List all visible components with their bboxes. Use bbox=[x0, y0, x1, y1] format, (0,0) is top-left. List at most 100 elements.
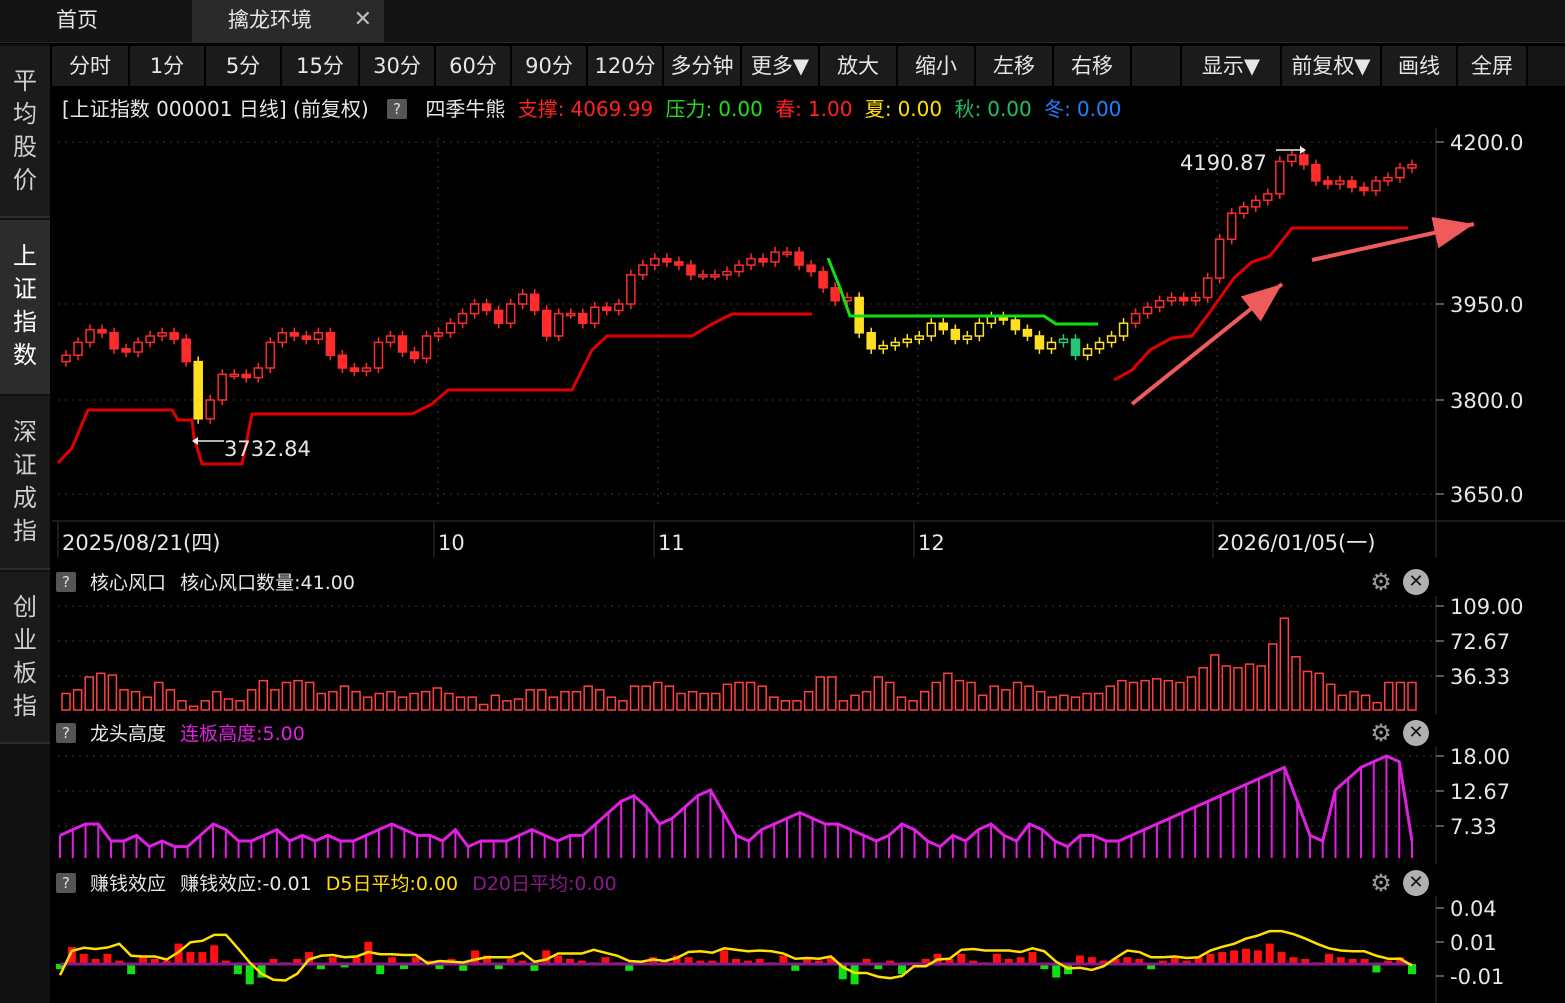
gear-icon[interactable]: ⚙ bbox=[1368, 870, 1394, 896]
candle-body bbox=[1226, 212, 1237, 240]
help-icon[interactable]: ? bbox=[56, 572, 76, 592]
candle-body bbox=[1058, 338, 1069, 344]
candle-body bbox=[385, 335, 396, 344]
toolbar-button-13[interactable]: 右移 bbox=[1054, 46, 1132, 86]
gear-icon[interactable]: ⚙ bbox=[1368, 569, 1394, 595]
spring-value: 1.00 bbox=[807, 97, 853, 121]
toolbar-button-6[interactable]: 90分 bbox=[512, 46, 588, 86]
bar bbox=[943, 672, 953, 711]
toolbar-button-12[interactable]: 左移 bbox=[976, 46, 1054, 86]
candle-body bbox=[361, 367, 372, 372]
gear-icon[interactable]: ⚙ bbox=[1368, 720, 1394, 746]
bar bbox=[989, 685, 1000, 711]
bar bbox=[1277, 952, 1286, 964]
close-circle-icon[interactable]: ✕ bbox=[1403, 569, 1429, 595]
sidebar-item-chinext-index[interactable]: 创业板指 bbox=[0, 572, 50, 744]
bar bbox=[200, 700, 210, 711]
bar bbox=[803, 690, 814, 711]
bar bbox=[711, 692, 721, 711]
y-tick-label: 4200.0 bbox=[1450, 131, 1523, 155]
toolbar-button-11[interactable]: 缩小 bbox=[898, 46, 976, 86]
bar bbox=[757, 685, 767, 711]
toolbar-button-3[interactable]: 15分 bbox=[282, 46, 360, 86]
candle-body bbox=[1263, 193, 1273, 202]
toolbar-button-17[interactable]: 画线 bbox=[1382, 46, 1458, 86]
x-tick-label: 10 bbox=[438, 531, 465, 555]
bar bbox=[258, 679, 269, 711]
toolbar-button-2[interactable]: 5分 bbox=[206, 46, 282, 86]
bar bbox=[931, 681, 942, 711]
candle-body bbox=[73, 341, 83, 356]
bar bbox=[722, 683, 733, 711]
bar bbox=[1093, 692, 1104, 711]
candle-body bbox=[806, 264, 816, 273]
candle-body bbox=[1359, 186, 1369, 192]
bar bbox=[653, 681, 663, 711]
bar bbox=[1279, 617, 1290, 711]
help-icon[interactable]: ? bbox=[56, 723, 76, 743]
close-circle-icon[interactable]: ✕ bbox=[1403, 720, 1429, 746]
candlestick-chart[interactable]: 4200.0 3950.0 3800.0 3650.0 2025/08/21(四) 10 1… bbox=[52, 128, 1565, 558]
close-icon[interactable]: ✕ bbox=[354, 0, 372, 40]
bar bbox=[376, 964, 385, 975]
bar bbox=[142, 696, 152, 711]
bar bbox=[186, 952, 195, 964]
candle-body bbox=[421, 335, 432, 360]
toolbar-button-4[interactable]: 30分 bbox=[360, 46, 436, 86]
candle-body bbox=[1239, 206, 1249, 215]
spring-label: 春: bbox=[775, 97, 802, 121]
bar bbox=[374, 692, 385, 711]
toolbar-button-1[interactable]: 1分 bbox=[130, 46, 206, 86]
candle-body bbox=[217, 373, 227, 401]
bar bbox=[815, 676, 825, 711]
bar bbox=[919, 690, 930, 711]
bar bbox=[1395, 681, 1406, 711]
bar bbox=[745, 681, 756, 711]
y-tick-label: 109.00 bbox=[1450, 596, 1523, 619]
indicator-name: 四季牛熊 bbox=[425, 97, 506, 121]
main-chart-header: [上证指数 000001 日线] (前复权) ? 四季牛熊 支撑: 4069.99… bbox=[62, 93, 1127, 123]
candle-body bbox=[1395, 167, 1405, 179]
dragon-height-line bbox=[59, 754, 1414, 849]
profit-effect-chart: 0.04 0.01 -0.01 bbox=[56, 896, 1504, 1003]
sidebar-item-shenzhen-index[interactable]: 深证成指 bbox=[0, 396, 50, 570]
help-icon[interactable]: ? bbox=[387, 99, 407, 119]
candle-body bbox=[505, 303, 516, 324]
candle-body bbox=[265, 341, 276, 369]
tab-home[interactable]: 首页 bbox=[0, 0, 190, 42]
candle-body bbox=[950, 328, 961, 340]
candle-body bbox=[614, 303, 624, 312]
toolbar-button-0[interactable]: 分时 bbox=[52, 46, 130, 86]
help-icon[interactable]: ? bbox=[56, 873, 76, 893]
tab-active[interactable]: 擒龙环境 ✕ bbox=[192, 0, 384, 42]
toolbar-button-8[interactable]: 多分钟 bbox=[664, 46, 742, 86]
toolbar-button-10[interactable]: 放大 bbox=[820, 46, 898, 86]
bar bbox=[1028, 952, 1037, 964]
bar bbox=[79, 953, 88, 964]
bar bbox=[1209, 654, 1220, 711]
bar bbox=[84, 676, 94, 711]
bar bbox=[571, 690, 582, 711]
index-sidebar: 平均股价 上证指数 深证成指 创业板指 bbox=[0, 44, 50, 1003]
y-tick-label: 12.67 bbox=[1450, 780, 1510, 804]
sidebar-item-shanghai-index[interactable]: 上证指数 bbox=[0, 220, 50, 394]
bar bbox=[792, 700, 802, 711]
toolbar-button-16[interactable]: 前复权▼ bbox=[1282, 46, 1382, 86]
bar bbox=[1233, 667, 1243, 711]
bar bbox=[154, 681, 164, 711]
bar bbox=[432, 687, 443, 711]
toolbar-button-15[interactable]: 显示▼ bbox=[1182, 46, 1282, 86]
toolbar-button-5[interactable]: 60分 bbox=[436, 46, 512, 86]
toolbar-button-14[interactable] bbox=[1132, 46, 1182, 86]
bar bbox=[351, 690, 361, 711]
bar bbox=[1140, 679, 1150, 711]
toolbar-button-9[interactable]: 更多▼ bbox=[742, 46, 820, 86]
candle-body bbox=[626, 274, 636, 305]
x-tick-label: 12 bbox=[918, 531, 945, 555]
candle-body bbox=[61, 354, 71, 363]
toolbar-button-18[interactable]: 全屏 bbox=[1458, 46, 1528, 86]
close-circle-icon[interactable]: ✕ bbox=[1403, 870, 1429, 896]
sidebar-item-avg-price[interactable]: 平均股价 bbox=[0, 46, 50, 218]
candle-body bbox=[1106, 335, 1117, 344]
toolbar-button-7[interactable]: 120分 bbox=[588, 46, 664, 86]
